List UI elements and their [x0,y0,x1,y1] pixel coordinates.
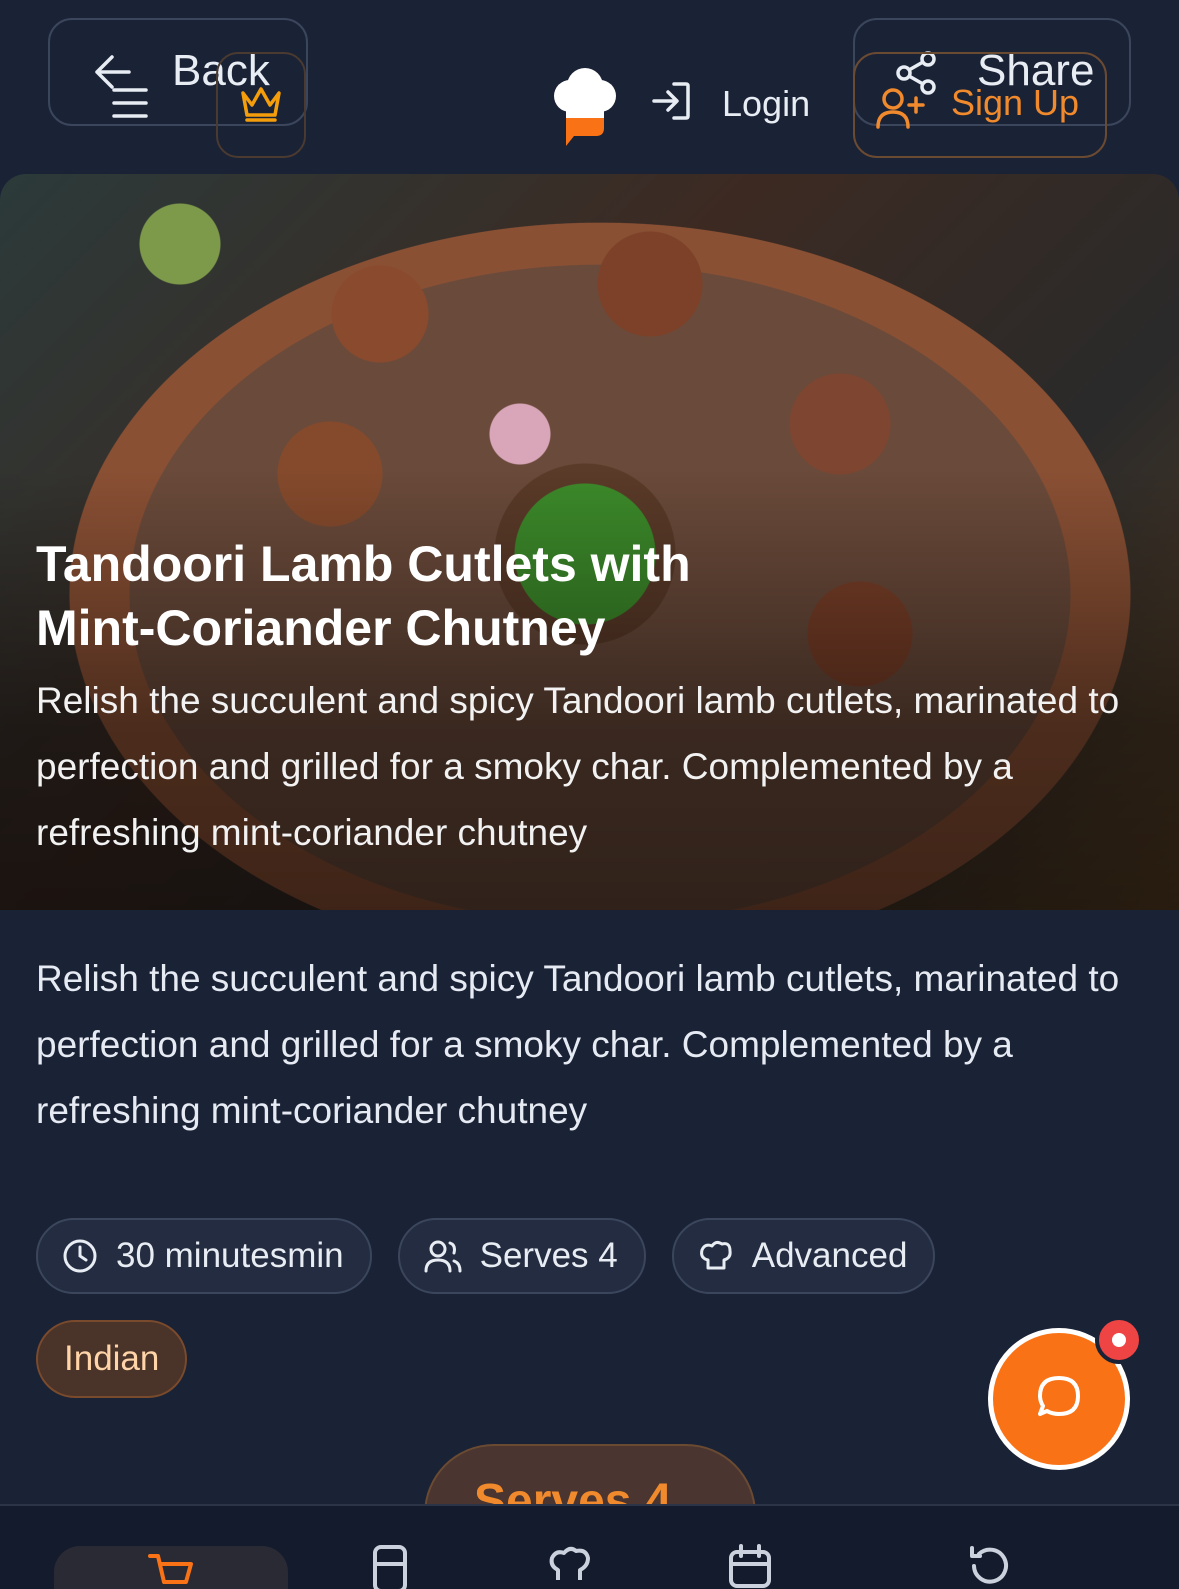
recipe-hero-image: Tandoori Lamb Cutlets with Mint-Coriande… [0,174,1179,910]
recipe-meta: 30 minutesmin Serves 4 Advanced [36,1218,936,1294]
chef-hat-icon [698,1238,734,1274]
chat-icon [1036,1374,1082,1425]
crown-icon [239,83,283,128]
calendar-icon [728,1544,772,1589]
recipe-icon [548,1546,592,1588]
chef-hat-logo[interactable] [552,64,618,153]
cart-icon [148,1552,194,1589]
nav-pantry[interactable] [372,1544,408,1589]
notification-badge [1095,1316,1143,1364]
difficulty-chip: Advanced [671,1218,936,1294]
cuisine-tag[interactable]: Indian [36,1320,188,1398]
clock-icon [62,1238,98,1274]
nav-recipes[interactable] [548,1544,592,1589]
fridge-icon [372,1545,408,1589]
nav-planner[interactable] [728,1544,772,1589]
user-plus-icon [875,86,925,135]
login-button[interactable]: Login [650,80,810,127]
time-chip: 30 minutesmin [36,1218,372,1294]
top-bar: Back Login Share Sign Up [0,0,1179,174]
menu-icon[interactable] [110,86,150,125]
users-icon [424,1239,462,1273]
recipe-description: Relish the succulent and spicy Tandoori … [36,958,1120,1131]
signup-label: Sign Up [951,82,1080,123]
login-icon [650,80,692,127]
signup-button[interactable]: Sign Up [853,52,1107,158]
bottom-navigation [0,1504,1179,1589]
nav-history[interactable] [968,1544,1012,1589]
time-label: 30 minutesmin [116,1236,344,1275]
serves-chip: Serves 4 [397,1218,646,1294]
premium-button[interactable] [216,52,306,158]
recipe-title: Tandoori Lamb Cutlets with Mint-Coriande… [36,536,691,656]
difficulty-label: Advanced [751,1236,908,1275]
hero-description: Relish the succulent and spicy Tandoori … [36,680,1120,853]
login-label: Login [722,82,811,124]
serves-label: Serves 4 [479,1236,618,1275]
nav-shopping[interactable] [54,1546,288,1589]
history-icon [968,1546,1012,1589]
